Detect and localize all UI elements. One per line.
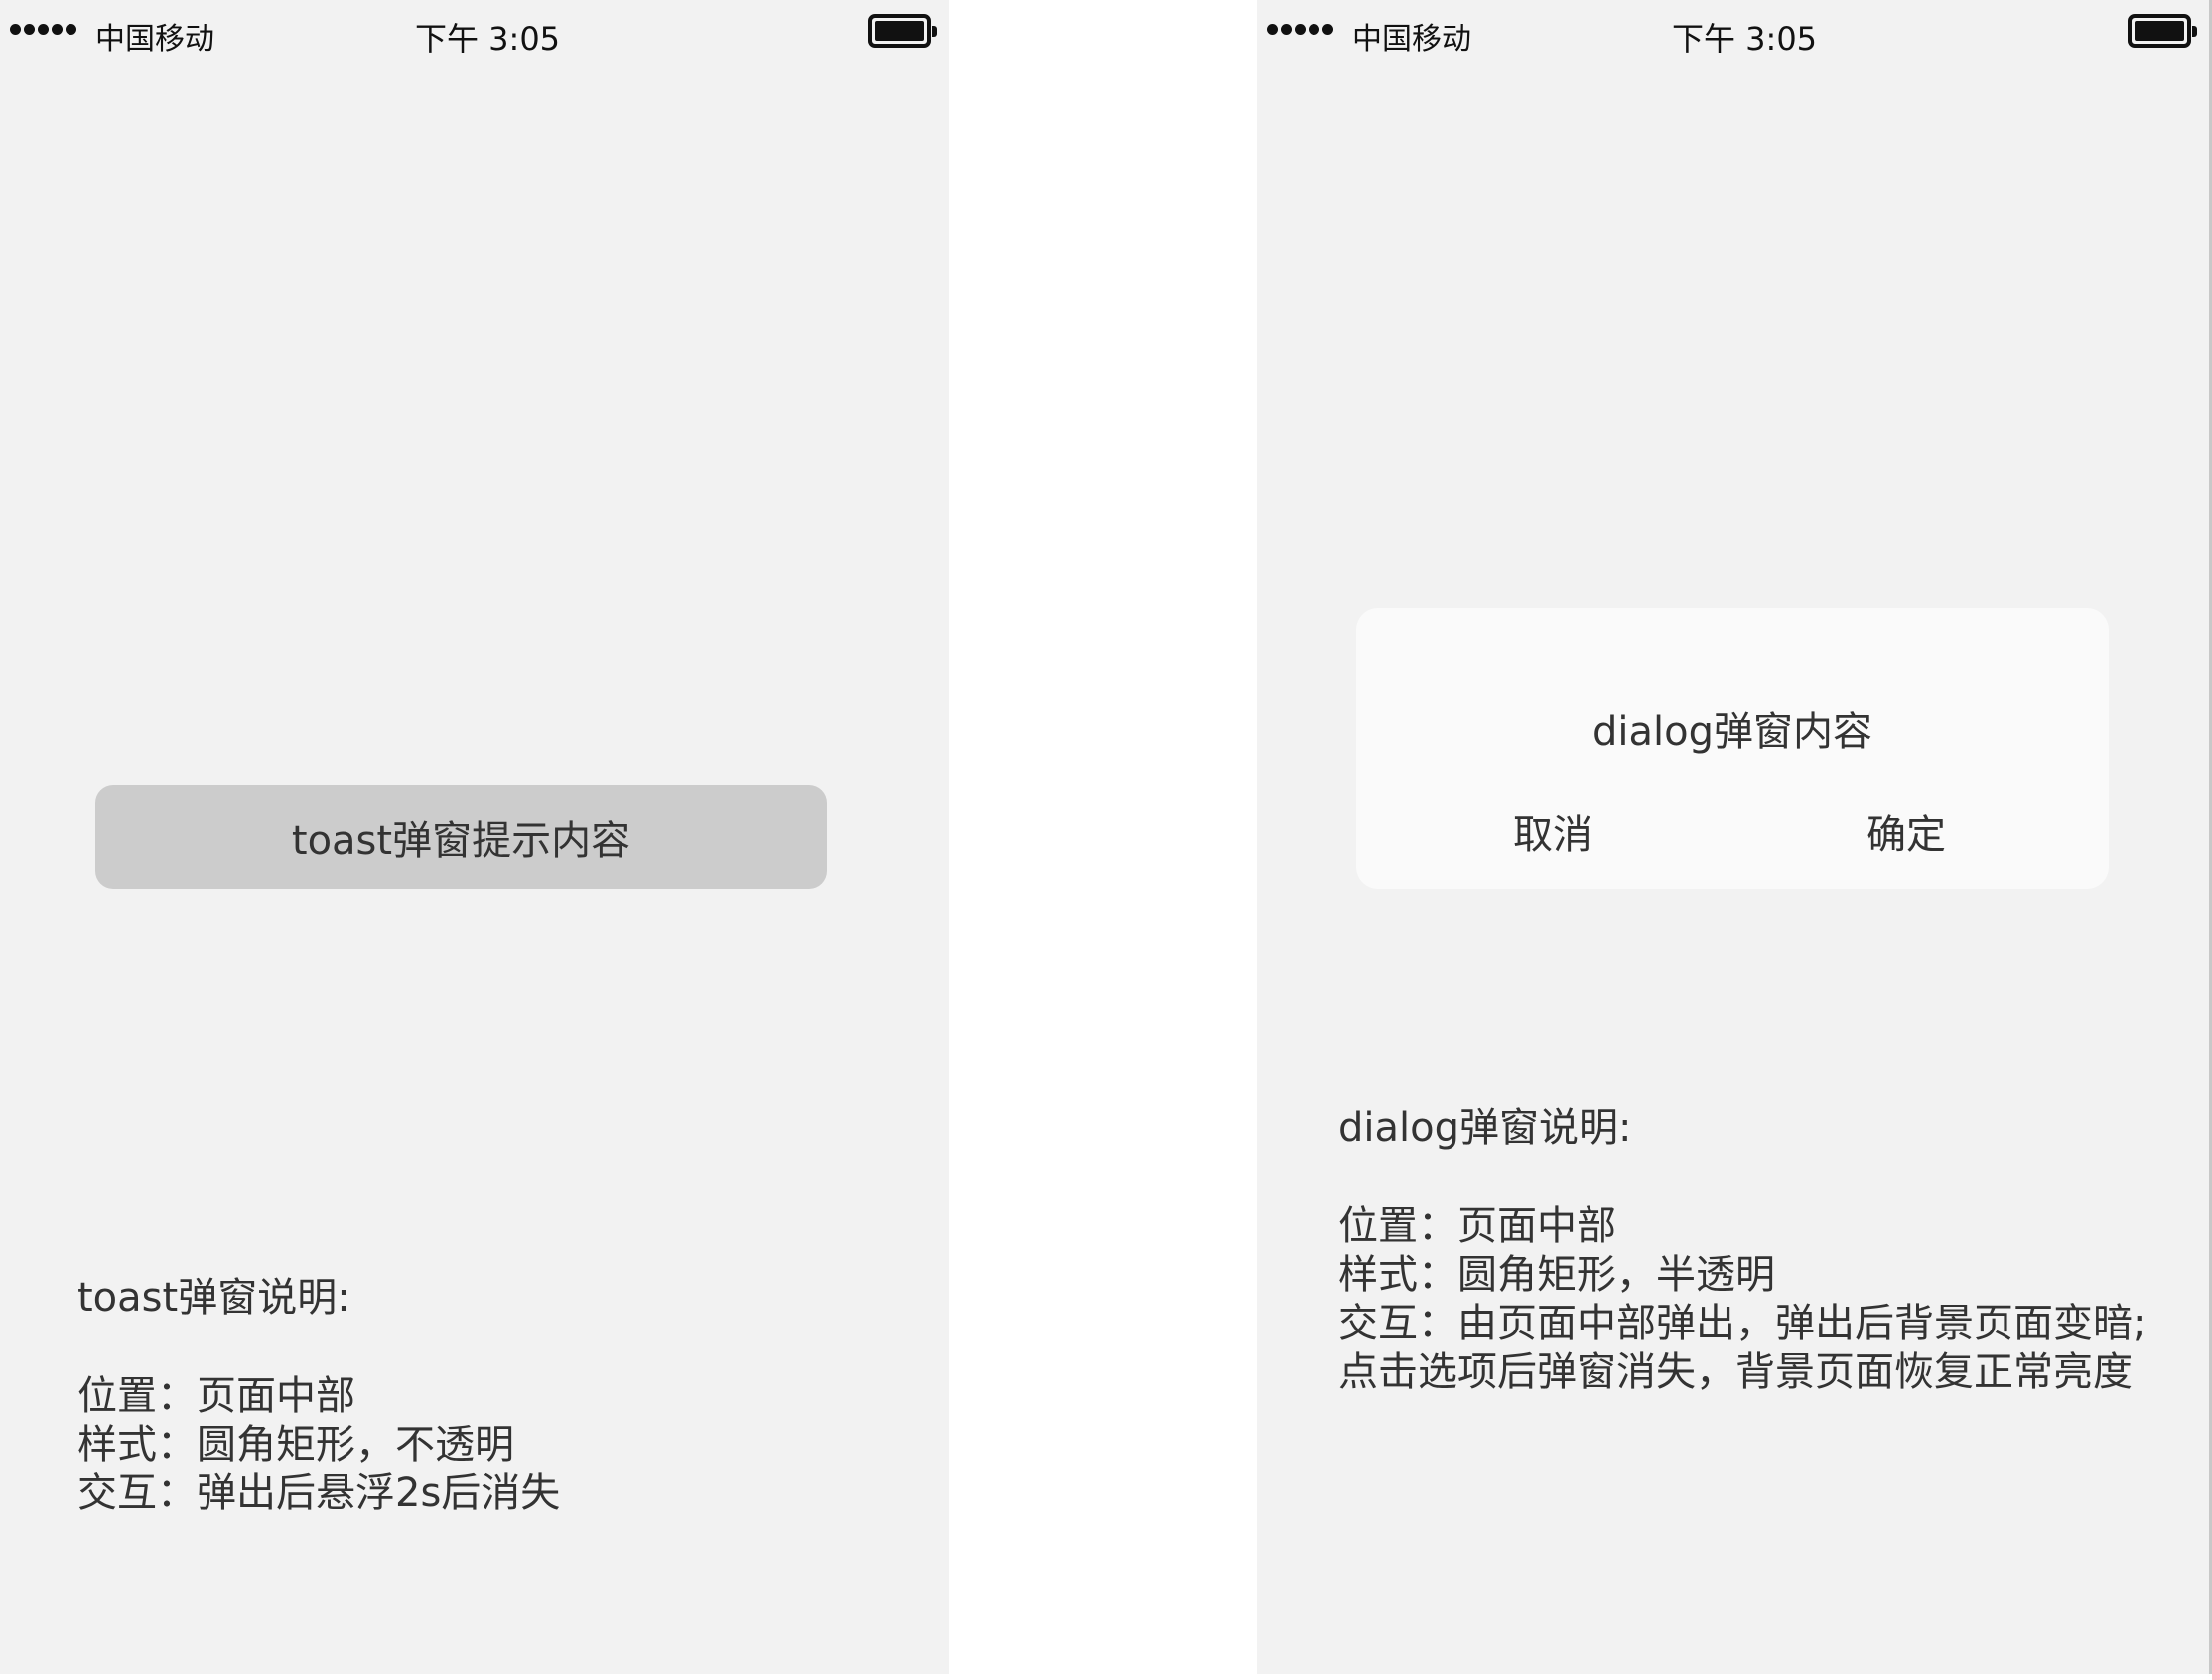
dialog-popup: dialog弹窗内容 取消 确定 bbox=[1356, 608, 2109, 889]
dialog-content-text: dialog弹窗内容 bbox=[1592, 709, 1872, 755]
phone-screen-dialog: 中国移动 下午 3:05 dialog弹窗内容 取消 确定 dialog弹窗说明… bbox=[1257, 0, 2212, 1674]
description-line: 交互：弹出后悬浮2s后消失 bbox=[77, 1470, 561, 1516]
description-line: 点击选项后弹窗消失，背景页面恢复正常亮度 bbox=[1338, 1349, 2133, 1395]
description-line: 样式：圆角矩形，不透明 bbox=[77, 1422, 514, 1468]
battery-full-icon bbox=[868, 14, 937, 48]
status-time: 下午 3:05 bbox=[1672, 20, 1818, 58]
status-bar: 中国移动 下午 3:05 bbox=[0, 0, 949, 68]
description-title: toast弹窗说明: bbox=[77, 1275, 350, 1321]
status-time: 下午 3:05 bbox=[415, 20, 561, 58]
cancel-button[interactable]: 取消 bbox=[1513, 802, 1592, 860]
description-line: 样式：圆角矩形，半透明 bbox=[1338, 1252, 1775, 1298]
confirm-button[interactable]: 确定 bbox=[1866, 802, 1946, 860]
phone-screen-toast: 中国移动 下午 3:05 toast弹窗提示内容 toast弹窗说明: 位置：页… bbox=[0, 0, 949, 1674]
toast-description: toast弹窗说明: 位置：页面中部 样式：圆角矩形，不透明 交互：弹出后悬浮2… bbox=[77, 1274, 560, 1518]
signal-dots-icon bbox=[10, 24, 76, 35]
carrier-name: 中国移动 bbox=[95, 22, 214, 57]
description-line: 位置：页面中部 bbox=[77, 1373, 355, 1419]
toast-text: toast弹窗提示内容 bbox=[291, 818, 631, 864]
signal-dots-icon bbox=[1267, 24, 1333, 35]
description-line: 位置：页面中部 bbox=[1338, 1203, 1616, 1249]
description-title: dialog弹窗说明: bbox=[1338, 1105, 1632, 1151]
description-line: 交互：由页面中部弹出，弹出后背景页面变暗; bbox=[1338, 1301, 2146, 1346]
dialog-description: dialog弹窗说明: 位置：页面中部 样式：圆角矩形，半透明 交互：由页面中部… bbox=[1338, 1104, 2145, 1397]
battery-full-icon bbox=[2128, 14, 2197, 48]
status-bar: 中国移动 下午 3:05 bbox=[1257, 0, 2209, 68]
carrier-name: 中国移动 bbox=[1352, 22, 1471, 57]
toast-popup: toast弹窗提示内容 bbox=[95, 785, 827, 889]
